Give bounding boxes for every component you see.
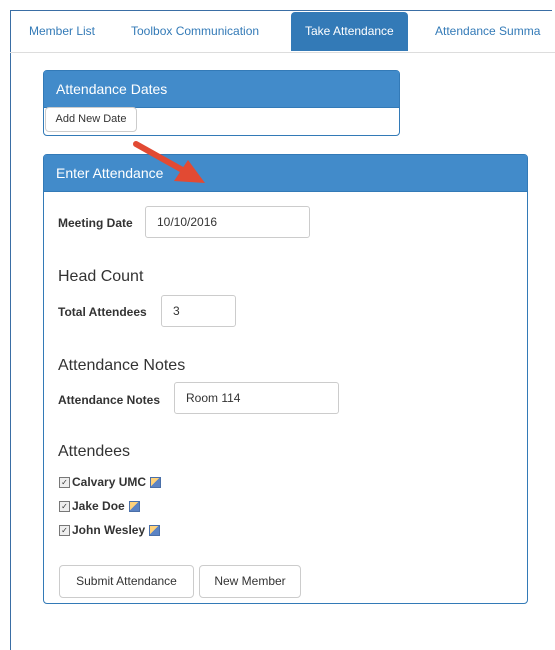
attendee-row: ✓ Calvary UMC bbox=[59, 474, 162, 490]
attendance-notes-heading: Attendance Notes bbox=[58, 357, 186, 374]
attendee-checkbox[interactable]: ✓ bbox=[59, 524, 70, 536]
attendee-row: ✓ Jake Doe bbox=[59, 498, 140, 514]
member-card-icon[interactable] bbox=[128, 500, 140, 512]
annotation-arrow-shaft bbox=[133, 141, 189, 175]
attendee-name: Calvary UMC bbox=[72, 475, 147, 489]
attendee-name: Jake Doe bbox=[72, 499, 125, 513]
member-card-icon[interactable] bbox=[150, 476, 162, 488]
total-attendees-field[interactable]: 3 bbox=[161, 295, 236, 327]
new-member-button[interactable]: New Member bbox=[199, 565, 301, 598]
attendance-notes-field[interactable]: Room 114 bbox=[174, 382, 339, 414]
attendee-checkbox[interactable]: ✓ bbox=[59, 476, 70, 488]
member-card-icon[interactable] bbox=[149, 524, 161, 536]
attendees-heading: Attendees bbox=[58, 443, 131, 460]
head-count-heading: Head Count bbox=[58, 268, 144, 285]
attendance-notes-label: Attendance Notes bbox=[58, 393, 161, 407]
total-attendees-label: Total Attendees bbox=[58, 305, 147, 319]
annotation-arrow-head bbox=[174, 160, 205, 183]
meeting-date-label: Meeting Date bbox=[58, 216, 133, 230]
attendee-checkbox[interactable]: ✓ bbox=[59, 500, 70, 512]
annotation-arrow-icon bbox=[133, 141, 205, 183]
meeting-date-field[interactable]: 10/10/2016 bbox=[145, 206, 310, 238]
attendee-name: John Wesley bbox=[72, 523, 146, 537]
submit-attendance-button[interactable]: Submit Attendance bbox=[59, 565, 194, 598]
attendee-row: ✓ John Wesley bbox=[59, 522, 161, 538]
